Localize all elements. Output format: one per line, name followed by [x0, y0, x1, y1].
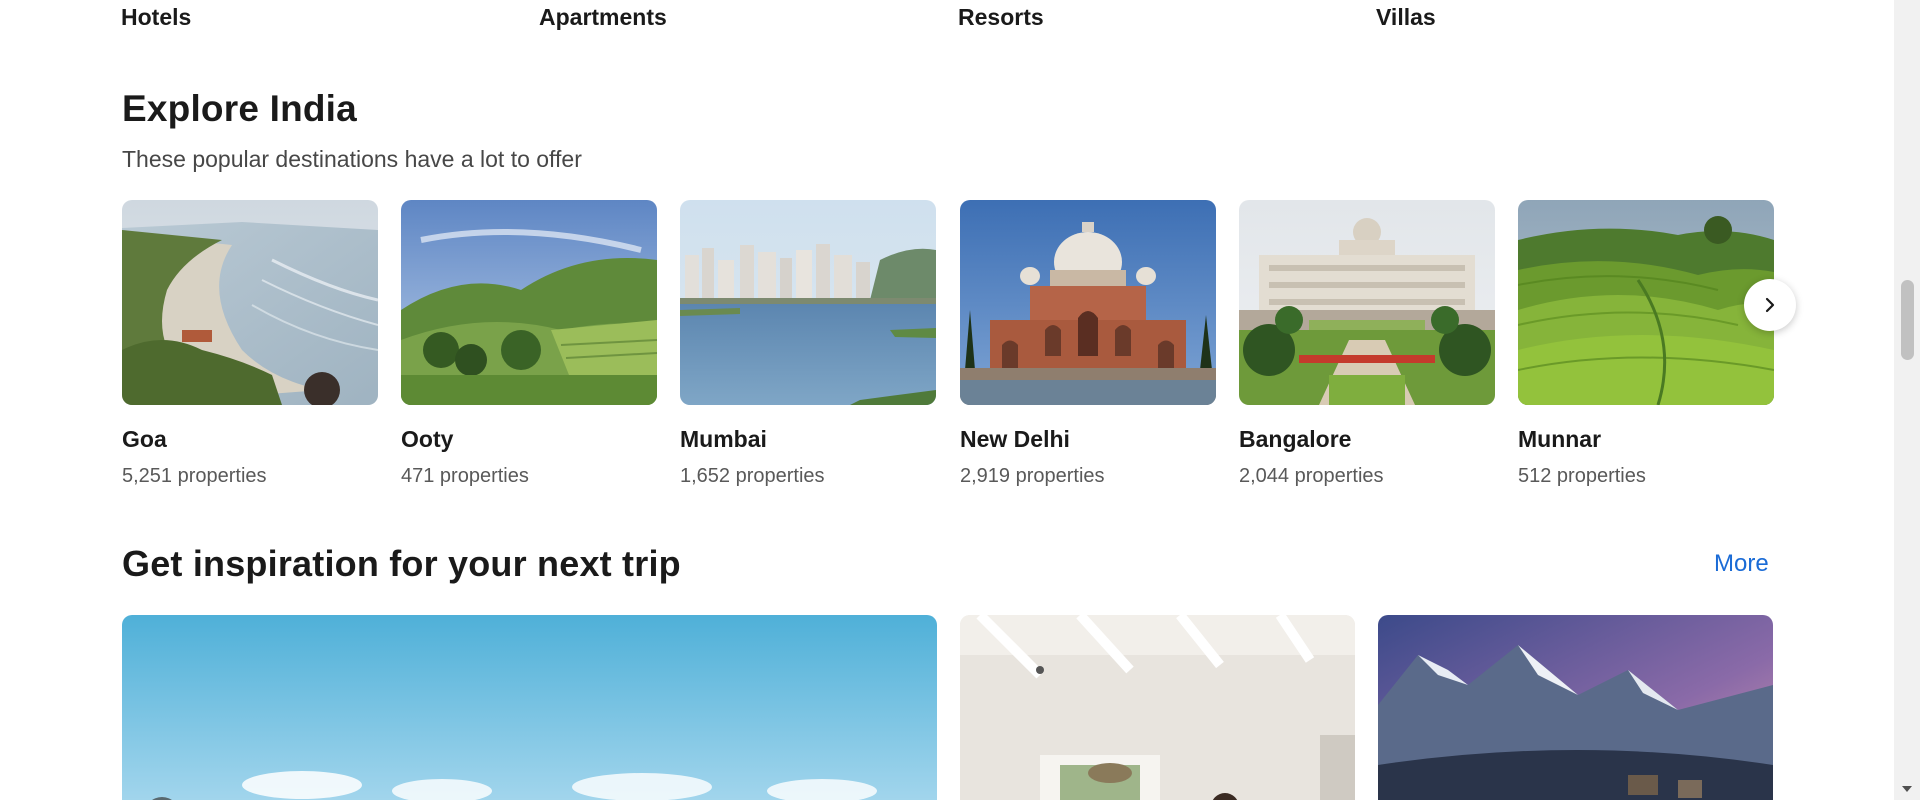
scrollbar-thumb[interactable] — [1901, 280, 1914, 360]
destination-image-munnar — [1518, 200, 1774, 405]
property-type-villas[interactable]: Villas — [1376, 4, 1436, 31]
destination-properties: 512 properties — [1518, 465, 1646, 487]
destination-name: Mumbai — [680, 426, 767, 452]
chevron-right-icon — [1765, 297, 1775, 313]
destination-properties: 5,251 properties — [122, 465, 267, 487]
destination-image-mumbai — [680, 200, 936, 405]
explore-subtitle: These popular destinations have a lot to… — [122, 146, 582, 172]
property-type-resorts[interactable]: Resorts — [958, 4, 1044, 31]
destination-name: Goa — [122, 426, 167, 452]
more-link[interactable]: More — [1714, 550, 1769, 578]
destination-image-ooty — [401, 200, 657, 405]
destination-name: Bangalore — [1239, 426, 1352, 452]
inspiration-card-mountain[interactable] — [1378, 615, 1773, 800]
inspiration-image-mountain — [1378, 615, 1773, 800]
vertical-scrollbar[interactable] — [1894, 0, 1920, 800]
page-content: Hotels Apartments Resorts Villas Explore… — [0, 0, 1894, 800]
inspiration-card-interior[interactable] — [960, 615, 1355, 800]
destination-properties: 1,652 properties — [680, 465, 825, 487]
destination-properties: 2,044 properties — [1239, 465, 1384, 487]
inspiration-image-beach — [122, 615, 937, 800]
destination-card-mumbai[interactable]: Mumbai 1,652 properties — [680, 200, 936, 500]
carousel-next-button[interactable] — [1744, 279, 1796, 331]
inspiration-title: Get inspiration for your next trip — [122, 543, 681, 584]
inspiration-image-interior — [960, 615, 1355, 800]
destination-name: Ooty — [401, 426, 454, 452]
destination-image-bangalore — [1239, 200, 1495, 405]
destination-card-goa[interactable]: Goa 5,251 properties — [122, 200, 378, 500]
destination-name: Munnar — [1518, 426, 1602, 452]
property-type-row: Hotels Apartments Resorts Villas — [121, 0, 1771, 38]
destination-image-new-delhi — [960, 200, 1216, 405]
destination-card-new-delhi[interactable]: New Delhi 2,919 properties — [960, 200, 1216, 500]
destination-name: New Delhi — [960, 426, 1070, 452]
explore-title: Explore India — [122, 88, 357, 129]
property-type-hotels[interactable]: Hotels — [121, 4, 191, 31]
scroll-down-arrow-icon[interactable] — [1902, 786, 1912, 792]
destination-properties: 2,919 properties — [960, 465, 1105, 487]
destination-image-goa — [122, 200, 378, 405]
destination-card-ooty[interactable]: Ooty 471 properties — [401, 200, 657, 500]
destination-properties: 471 properties — [401, 465, 529, 487]
inspiration-card-beach[interactable] — [122, 615, 937, 800]
property-type-apartments[interactable]: Apartments — [539, 4, 667, 31]
destination-card-munnar[interactable]: Munnar 512 properties — [1518, 200, 1774, 500]
page-viewport: Hotels Apartments Resorts Villas Explore… — [0, 0, 1920, 800]
destination-card-bangalore[interactable]: Bangalore 2,044 properties — [1239, 200, 1495, 500]
destination-carousel: Goa 5,251 properties Ooty 471 properties… — [122, 200, 1774, 500]
